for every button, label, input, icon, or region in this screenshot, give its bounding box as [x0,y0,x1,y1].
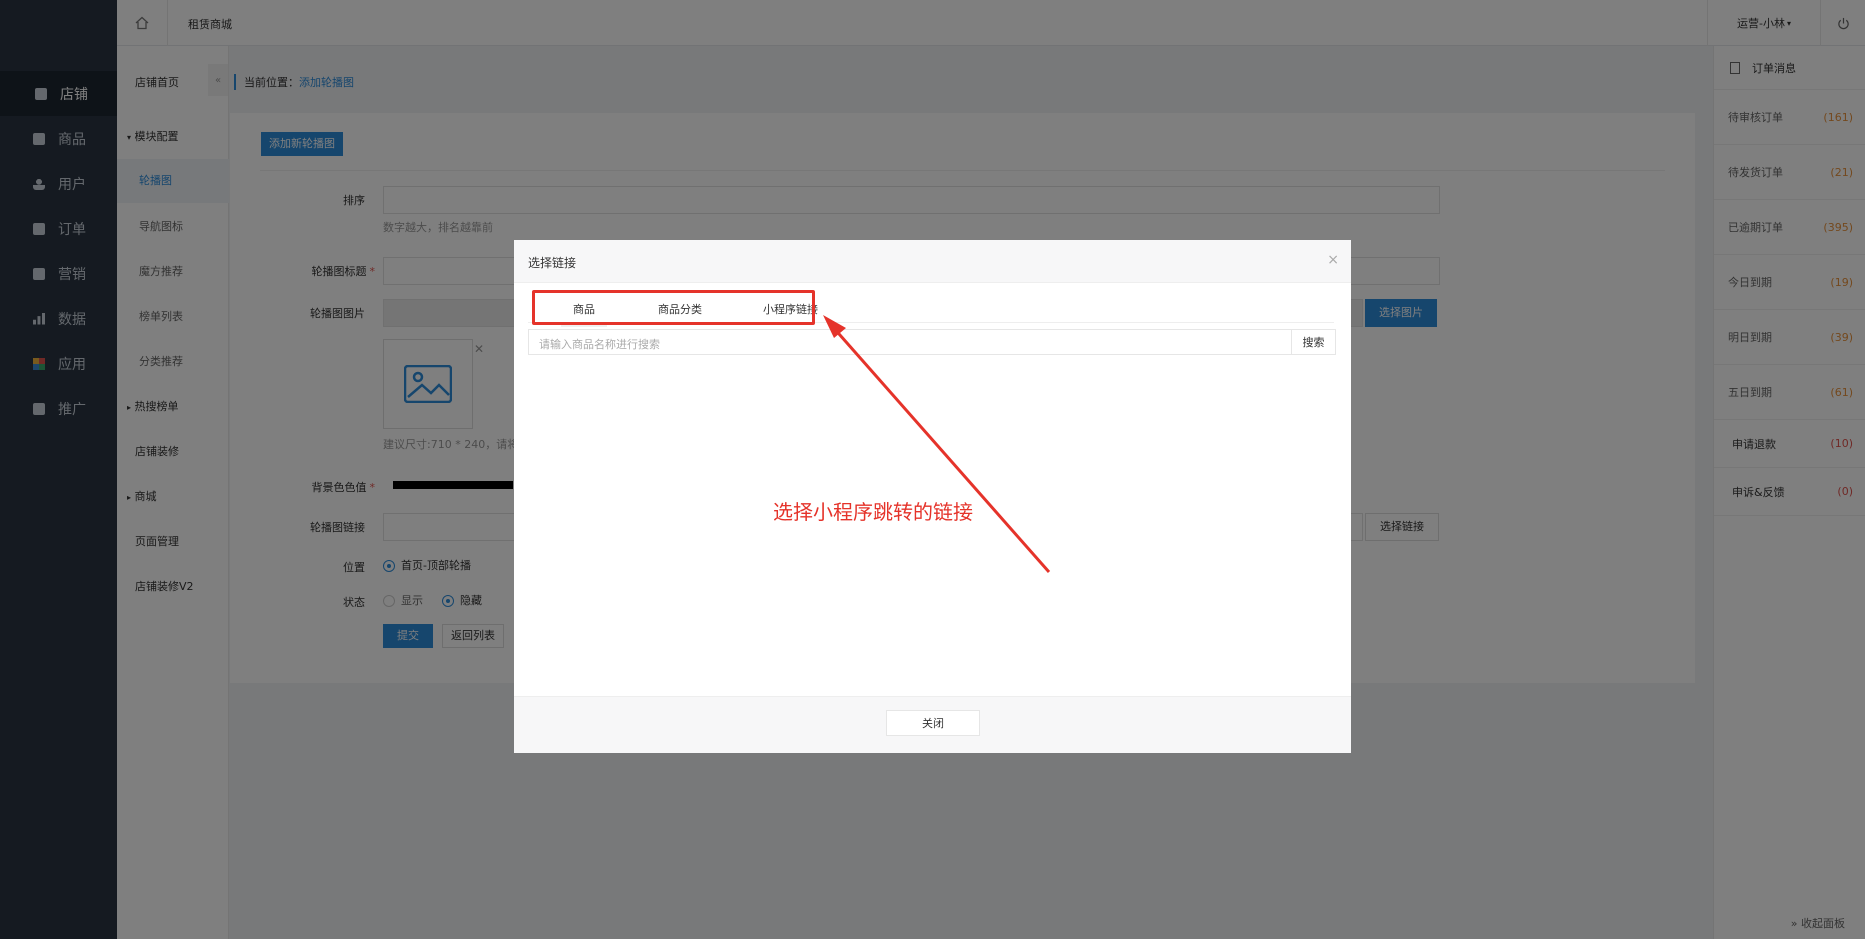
annotation-arrow [823,315,1051,573]
annotation-text: 选择小程序跳转的链接 [773,500,973,524]
